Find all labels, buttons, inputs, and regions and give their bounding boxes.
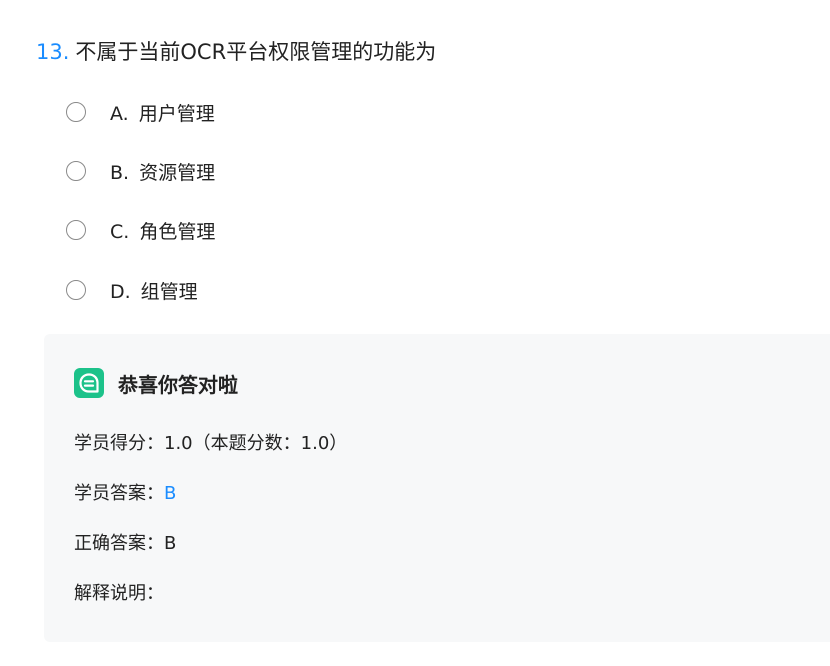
option-a-label: 用户管理 — [138, 102, 215, 125]
result-title: 恭喜你答对啦 — [118, 372, 238, 397]
question-text: 不属于当前OCR平台权限管理的功能为 — [75, 40, 437, 64]
option-d-label: 组管理 — [140, 280, 198, 303]
option-c[interactable]: C. 角色管理 — [66, 216, 215, 244]
radio-button-c[interactable] — [66, 220, 86, 240]
option-c-key: C. — [110, 220, 130, 243]
student-answer-label: 学员答案： — [74, 483, 164, 504]
chat-bubble-icon — [74, 368, 104, 398]
option-a-text: A. 用户管理 — [110, 99, 215, 126]
option-b-text: B. 资源管理 — [110, 158, 215, 185]
option-c-text: C. 角色管理 — [110, 217, 215, 244]
option-b[interactable]: B. 资源管理 — [66, 157, 215, 185]
correct-answer-value: B — [164, 533, 177, 554]
option-b-key: B. — [110, 161, 130, 184]
option-d[interactable]: D. 组管理 — [66, 276, 198, 304]
option-b-label: 资源管理 — [139, 161, 216, 184]
option-a[interactable]: A. 用户管理 — [66, 98, 215, 126]
radio-button-b[interactable] — [66, 161, 86, 181]
option-d-key: D. — [110, 280, 131, 303]
explanation-line: 解释说明： — [74, 582, 164, 606]
score-line: 学员得分：1.0（本题分数：1.0） — [74, 432, 347, 456]
quiz-question-page: 13. 不属于当前OCR平台权限管理的功能为 A. 用户管理 B. 资源管理 C. 角色… — [0, 0, 830, 666]
answer-result-panel: 恭喜你答对啦 学员得分：1.0（本题分数：1.0） 学员答案：B 正确答案：B … — [44, 334, 830, 642]
question-title: 13. 不属于当前OCR平台权限管理的功能为 — [36, 36, 436, 68]
correct-answer-label: 正确答案： — [74, 533, 164, 554]
question-number: 13. — [36, 40, 70, 64]
student-answer-line: 学员答案：B — [74, 482, 176, 506]
score-label: 学员得分： — [74, 433, 164, 454]
full-score-text: （本题分数：1.0） — [192, 433, 348, 454]
option-c-label: 角色管理 — [139, 220, 216, 243]
option-d-text: D. 组管理 — [110, 277, 198, 304]
explanation-label: 解释说明： — [74, 583, 164, 604]
correct-answer-line: 正确答案：B — [74, 532, 176, 556]
student-answer-value: B — [164, 483, 177, 504]
result-header: 恭喜你答对啦 — [74, 368, 238, 398]
radio-button-d[interactable] — [66, 280, 86, 300]
score-value: 1.0 — [164, 433, 193, 454]
option-a-key: A. — [110, 102, 129, 125]
radio-button-a[interactable] — [66, 102, 86, 122]
